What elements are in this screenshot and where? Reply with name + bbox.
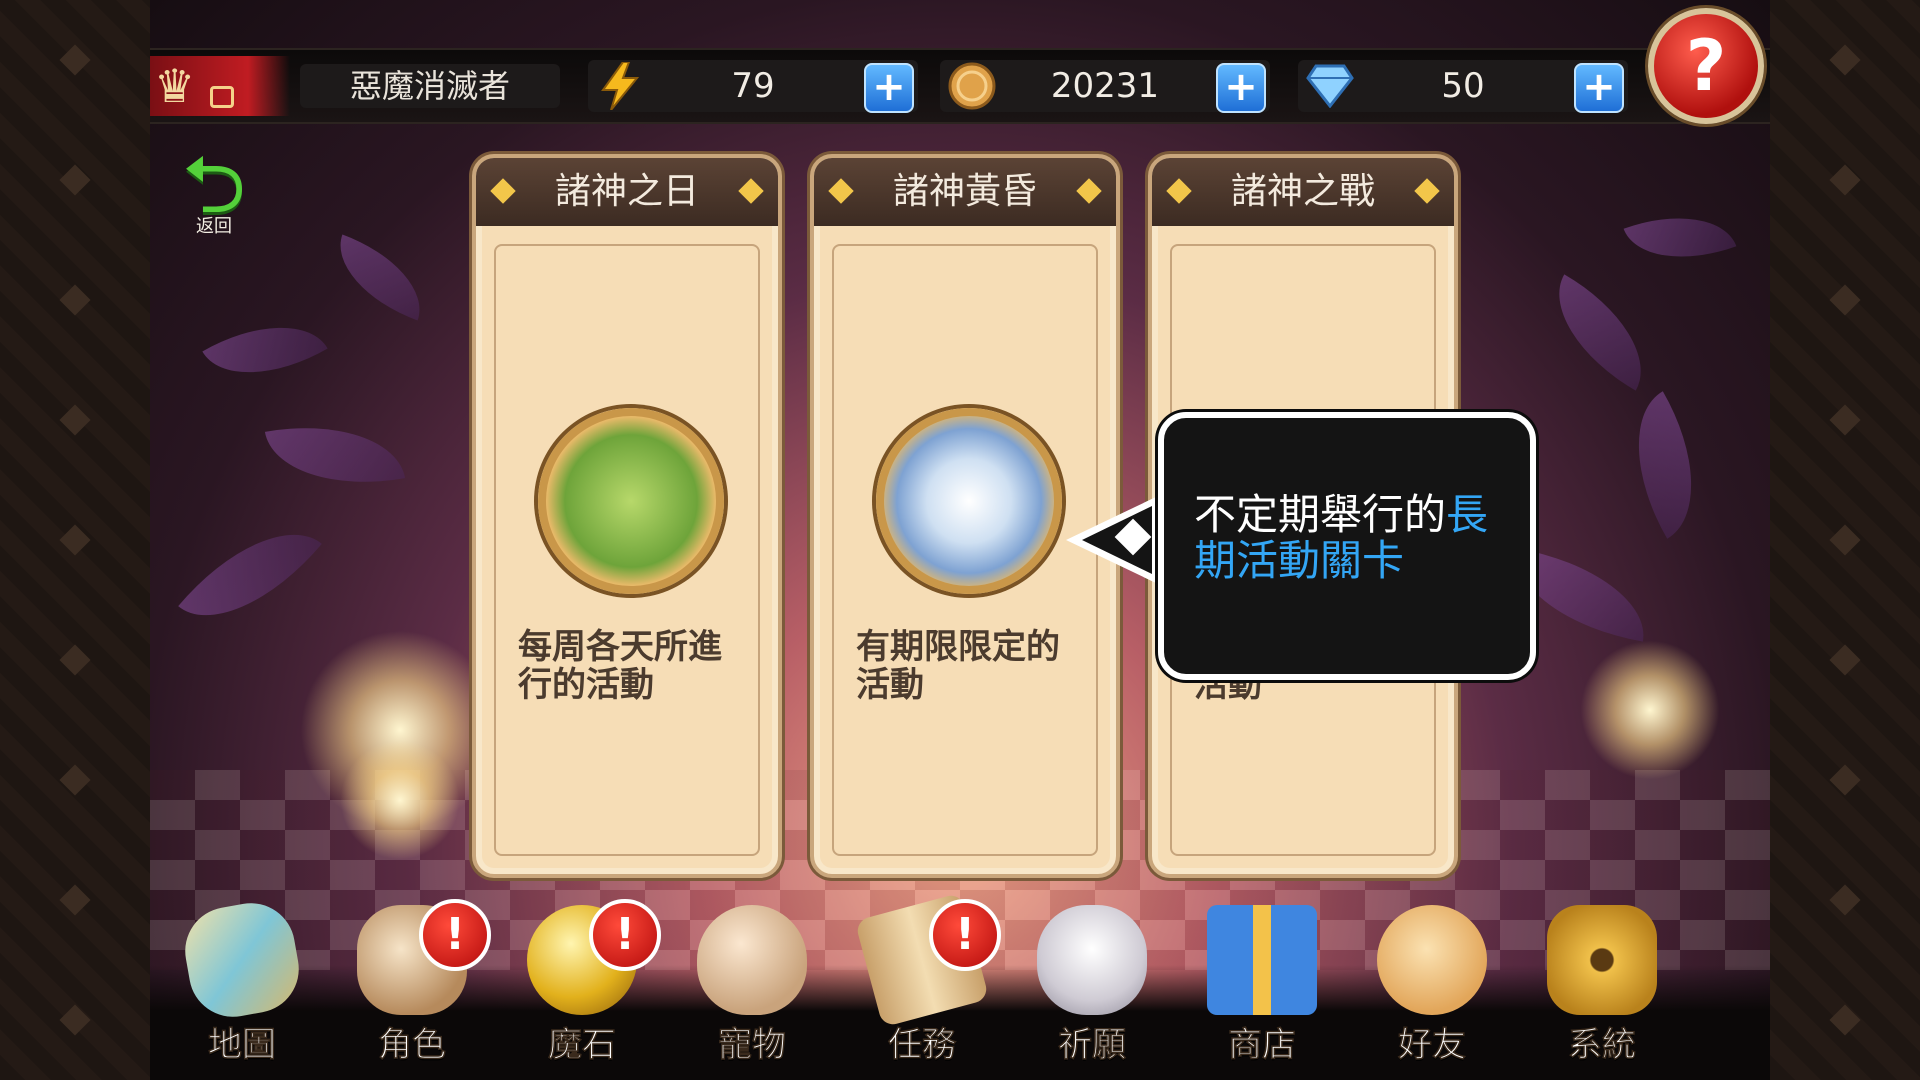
card-description: 每周各天所進行的活動 <box>518 627 722 705</box>
card-title: 諸神之日 <box>554 171 699 212</box>
gem-counter: 50 + <box>1298 60 1628 113</box>
nav-quest[interactable]: ! 任務 <box>847 892 1001 1075</box>
nav-system[interactable]: 系統 <box>1527 905 1677 1075</box>
prayer-icon <box>1037 905 1147 1015</box>
friends-icon <box>1377 905 1487 1015</box>
gear-icon <box>1547 905 1657 1015</box>
top-status-bar: ♛ 惡魔消滅者 79 + 20231 + 50 + <box>150 48 1770 124</box>
stamina-counter: 79 + <box>588 60 918 113</box>
pet-egg-icon <box>697 905 807 1015</box>
card-title: 諸神之戰 <box>1230 171 1375 212</box>
help-button[interactable]: ? <box>1648 8 1764 124</box>
right-border-pattern <box>1768 0 1920 1080</box>
nav-magic-stone[interactable]: ! 魔石 <box>507 899 661 1075</box>
goddess-medal-icon <box>538 408 724 594</box>
gift-box-icon <box>1207 905 1317 1015</box>
nav-character[interactable]: ! 角色 <box>337 899 491 1075</box>
nav-shop[interactable]: 商店 <box>1187 905 1337 1075</box>
add-gems-button[interactable]: + <box>1574 63 1624 113</box>
back-button[interactable]: ⮌ 返回 <box>182 140 292 240</box>
lightning-icon <box>596 62 644 110</box>
tooltip-text-plain: 不定期舉行的 <box>1194 490 1447 539</box>
nav-pet[interactable]: 寵物 <box>677 905 827 1075</box>
player-title: 惡魔消滅者 <box>300 64 560 108</box>
event-card-day-of-gods[interactable]: 諸神之日 每周各天所進行的活動 <box>472 154 782 878</box>
gem-value: 50 <box>1441 66 1485 106</box>
alert-badge: ! <box>589 899 661 971</box>
rank-indicator <box>210 86 234 108</box>
map-icon <box>178 896 306 1024</box>
alert-badge: ! <box>929 899 1001 971</box>
tooltip-text: 不定期舉行的長期活動關卡 <box>1194 492 1506 584</box>
coin-counter: 20231 + <box>940 60 1270 113</box>
coin-value: 20231 <box>1050 66 1160 106</box>
nav-label: 地圖 <box>207 1024 277 1066</box>
card-description: 有期限限定的活動 <box>856 627 1060 705</box>
add-coins-button[interactable]: + <box>1216 63 1266 113</box>
crown-icon: ♛ <box>154 59 196 113</box>
hourglass-medal-icon <box>876 408 1062 594</box>
nav-label: 商店 <box>1227 1024 1297 1066</box>
tooltip[interactable]: 不定期舉行的長期活動關卡 <box>1158 412 1536 680</box>
nav-label: 任務 <box>887 1024 957 1066</box>
add-stamina-button[interactable]: + <box>864 63 914 113</box>
rank-badge[interactable]: ♛ <box>150 56 290 116</box>
card-title: 諸神黃昏 <box>892 171 1037 212</box>
left-border-pattern <box>0 0 152 1080</box>
nav-label: 角色 <box>377 1024 447 1066</box>
coin-icon <box>948 62 996 110</box>
nav-map[interactable]: 地圖 <box>167 896 317 1075</box>
nav-label: 好友 <box>1397 1024 1467 1066</box>
back-label: 返回 <box>196 216 232 237</box>
nav-label: 魔石 <box>547 1024 617 1066</box>
nav-label: 寵物 <box>717 1024 787 1066</box>
nav-label: 系統 <box>1567 1024 1637 1066</box>
nav-label: 祈願 <box>1057 1024 1127 1066</box>
nav-prayer[interactable]: 祈願 <box>1017 905 1167 1075</box>
alert-badge: ! <box>419 899 491 971</box>
nav-friends[interactable]: 好友 <box>1357 905 1507 1075</box>
stamina-value: 79 <box>731 66 775 106</box>
diamond-icon <box>1306 62 1354 110</box>
